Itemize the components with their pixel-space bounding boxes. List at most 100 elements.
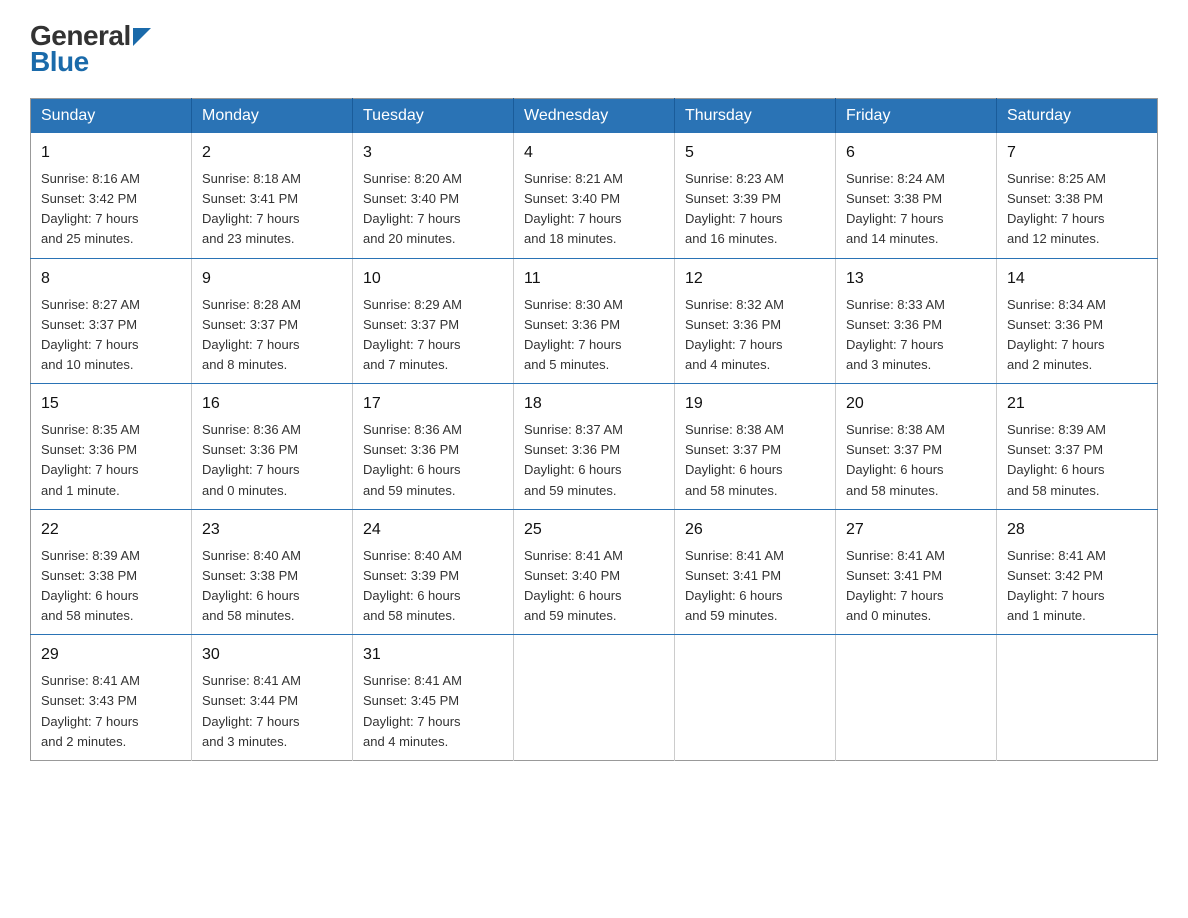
- day-info: Sunrise: 8:36 AMSunset: 3:36 PMDaylight:…: [202, 422, 301, 497]
- calendar-cell: [514, 635, 675, 761]
- header-saturday: Saturday: [997, 99, 1158, 134]
- day-number: 19: [685, 392, 825, 416]
- calendar-week-row: 8 Sunrise: 8:27 AMSunset: 3:37 PMDayligh…: [31, 258, 1158, 384]
- day-info: Sunrise: 8:36 AMSunset: 3:36 PMDaylight:…: [363, 422, 462, 497]
- day-info: Sunrise: 8:27 AMSunset: 3:37 PMDaylight:…: [41, 297, 140, 372]
- day-number: 11: [524, 267, 664, 291]
- calendar-cell: 31 Sunrise: 8:41 AMSunset: 3:45 PMDaylig…: [353, 635, 514, 761]
- day-info: Sunrise: 8:38 AMSunset: 3:37 PMDaylight:…: [685, 422, 784, 497]
- calendar-cell: 9 Sunrise: 8:28 AMSunset: 3:37 PMDayligh…: [192, 258, 353, 384]
- calendar-cell: 27 Sunrise: 8:41 AMSunset: 3:41 PMDaylig…: [836, 509, 997, 635]
- calendar-cell: 6 Sunrise: 8:24 AMSunset: 3:38 PMDayligh…: [836, 133, 997, 258]
- logo-blue-part: Blue: [30, 46, 89, 77]
- day-number: 18: [524, 392, 664, 416]
- calendar-week-row: 15 Sunrise: 8:35 AMSunset: 3:36 PMDaylig…: [31, 384, 1158, 510]
- day-number: 17: [363, 392, 503, 416]
- header-friday: Friday: [836, 99, 997, 134]
- calendar-week-row: 1 Sunrise: 8:16 AMSunset: 3:42 PMDayligh…: [31, 133, 1158, 258]
- day-number: 26: [685, 518, 825, 542]
- day-number: 1: [41, 141, 181, 165]
- calendar-cell: 16 Sunrise: 8:36 AMSunset: 3:36 PMDaylig…: [192, 384, 353, 510]
- calendar-cell: 5 Sunrise: 8:23 AMSunset: 3:39 PMDayligh…: [675, 133, 836, 258]
- calendar-cell: 14 Sunrise: 8:34 AMSunset: 3:36 PMDaylig…: [997, 258, 1158, 384]
- calendar-cell: 7 Sunrise: 8:25 AMSunset: 3:38 PMDayligh…: [997, 133, 1158, 258]
- header-sunday: Sunday: [31, 99, 192, 134]
- calendar-cell: 2 Sunrise: 8:18 AMSunset: 3:41 PMDayligh…: [192, 133, 353, 258]
- day-info: Sunrise: 8:16 AMSunset: 3:42 PMDaylight:…: [41, 171, 140, 246]
- calendar-cell: 10 Sunrise: 8:29 AMSunset: 3:37 PMDaylig…: [353, 258, 514, 384]
- day-number: 20: [846, 392, 986, 416]
- page-header: General Blue: [30, 20, 1158, 78]
- calendar-cell: 22 Sunrise: 8:39 AMSunset: 3:38 PMDaylig…: [31, 509, 192, 635]
- day-info: Sunrise: 8:41 AMSunset: 3:40 PMDaylight:…: [524, 548, 623, 623]
- calendar-cell: 4 Sunrise: 8:21 AMSunset: 3:40 PMDayligh…: [514, 133, 675, 258]
- day-number: 29: [41, 643, 181, 667]
- day-info: Sunrise: 8:41 AMSunset: 3:43 PMDaylight:…: [41, 673, 140, 748]
- day-info: Sunrise: 8:38 AMSunset: 3:37 PMDaylight:…: [846, 422, 945, 497]
- day-info: Sunrise: 8:41 AMSunset: 3:44 PMDaylight:…: [202, 673, 301, 748]
- day-info: Sunrise: 8:40 AMSunset: 3:38 PMDaylight:…: [202, 548, 301, 623]
- day-info: Sunrise: 8:32 AMSunset: 3:36 PMDaylight:…: [685, 297, 784, 372]
- day-number: 30: [202, 643, 342, 667]
- day-number: 16: [202, 392, 342, 416]
- day-number: 28: [1007, 518, 1147, 542]
- header-tuesday: Tuesday: [353, 99, 514, 134]
- header-wednesday: Wednesday: [514, 99, 675, 134]
- day-info: Sunrise: 8:23 AMSunset: 3:39 PMDaylight:…: [685, 171, 784, 246]
- day-info: Sunrise: 8:37 AMSunset: 3:36 PMDaylight:…: [524, 422, 623, 497]
- calendar-cell: 24 Sunrise: 8:40 AMSunset: 3:39 PMDaylig…: [353, 509, 514, 635]
- calendar-cell: 13 Sunrise: 8:33 AMSunset: 3:36 PMDaylig…: [836, 258, 997, 384]
- day-number: 8: [41, 267, 181, 291]
- calendar-header-row: SundayMondayTuesdayWednesdayThursdayFrid…: [31, 99, 1158, 134]
- calendar-cell: 1 Sunrise: 8:16 AMSunset: 3:42 PMDayligh…: [31, 133, 192, 258]
- day-info: Sunrise: 8:21 AMSunset: 3:40 PMDaylight:…: [524, 171, 623, 246]
- calendar-table: SundayMondayTuesdayWednesdayThursdayFrid…: [30, 98, 1158, 761]
- calendar-cell: 26 Sunrise: 8:41 AMSunset: 3:41 PMDaylig…: [675, 509, 836, 635]
- day-number: 25: [524, 518, 664, 542]
- day-info: Sunrise: 8:30 AMSunset: 3:36 PMDaylight:…: [524, 297, 623, 372]
- header-thursday: Thursday: [675, 99, 836, 134]
- day-number: 22: [41, 518, 181, 542]
- calendar-cell: 30 Sunrise: 8:41 AMSunset: 3:44 PMDaylig…: [192, 635, 353, 761]
- calendar-cell: 18 Sunrise: 8:37 AMSunset: 3:36 PMDaylig…: [514, 384, 675, 510]
- calendar-cell: 29 Sunrise: 8:41 AMSunset: 3:43 PMDaylig…: [31, 635, 192, 761]
- day-info: Sunrise: 8:41 AMSunset: 3:41 PMDaylight:…: [685, 548, 784, 623]
- calendar-cell: 15 Sunrise: 8:35 AMSunset: 3:36 PMDaylig…: [31, 384, 192, 510]
- calendar-week-row: 22 Sunrise: 8:39 AMSunset: 3:38 PMDaylig…: [31, 509, 1158, 635]
- day-number: 14: [1007, 267, 1147, 291]
- calendar-cell: 8 Sunrise: 8:27 AMSunset: 3:37 PMDayligh…: [31, 258, 192, 384]
- calendar-cell: 19 Sunrise: 8:38 AMSunset: 3:37 PMDaylig…: [675, 384, 836, 510]
- day-number: 7: [1007, 141, 1147, 165]
- day-info: Sunrise: 8:41 AMSunset: 3:42 PMDaylight:…: [1007, 548, 1106, 623]
- day-info: Sunrise: 8:33 AMSunset: 3:36 PMDaylight:…: [846, 297, 945, 372]
- calendar-cell: [997, 635, 1158, 761]
- day-info: Sunrise: 8:39 AMSunset: 3:37 PMDaylight:…: [1007, 422, 1106, 497]
- logo-arrow-icon: [133, 28, 151, 46]
- day-number: 21: [1007, 392, 1147, 416]
- calendar-cell: [675, 635, 836, 761]
- header-monday: Monday: [192, 99, 353, 134]
- day-number: 4: [524, 141, 664, 165]
- calendar-cell: 28 Sunrise: 8:41 AMSunset: 3:42 PMDaylig…: [997, 509, 1158, 635]
- day-number: 27: [846, 518, 986, 542]
- day-number: 15: [41, 392, 181, 416]
- day-info: Sunrise: 8:18 AMSunset: 3:41 PMDaylight:…: [202, 171, 301, 246]
- day-number: 6: [846, 141, 986, 165]
- calendar-cell: 17 Sunrise: 8:36 AMSunset: 3:36 PMDaylig…: [353, 384, 514, 510]
- day-info: Sunrise: 8:41 AMSunset: 3:41 PMDaylight:…: [846, 548, 945, 623]
- calendar-cell: 23 Sunrise: 8:40 AMSunset: 3:38 PMDaylig…: [192, 509, 353, 635]
- day-info: Sunrise: 8:35 AMSunset: 3:36 PMDaylight:…: [41, 422, 140, 497]
- day-number: 3: [363, 141, 503, 165]
- day-info: Sunrise: 8:20 AMSunset: 3:40 PMDaylight:…: [363, 171, 462, 246]
- calendar-cell: 3 Sunrise: 8:20 AMSunset: 3:40 PMDayligh…: [353, 133, 514, 258]
- day-number: 9: [202, 267, 342, 291]
- day-number: 24: [363, 518, 503, 542]
- day-number: 2: [202, 141, 342, 165]
- day-number: 10: [363, 267, 503, 291]
- logo: General Blue: [30, 20, 151, 78]
- day-info: Sunrise: 8:29 AMSunset: 3:37 PMDaylight:…: [363, 297, 462, 372]
- calendar-cell: 12 Sunrise: 8:32 AMSunset: 3:36 PMDaylig…: [675, 258, 836, 384]
- day-info: Sunrise: 8:25 AMSunset: 3:38 PMDaylight:…: [1007, 171, 1106, 246]
- day-number: 23: [202, 518, 342, 542]
- day-number: 5: [685, 141, 825, 165]
